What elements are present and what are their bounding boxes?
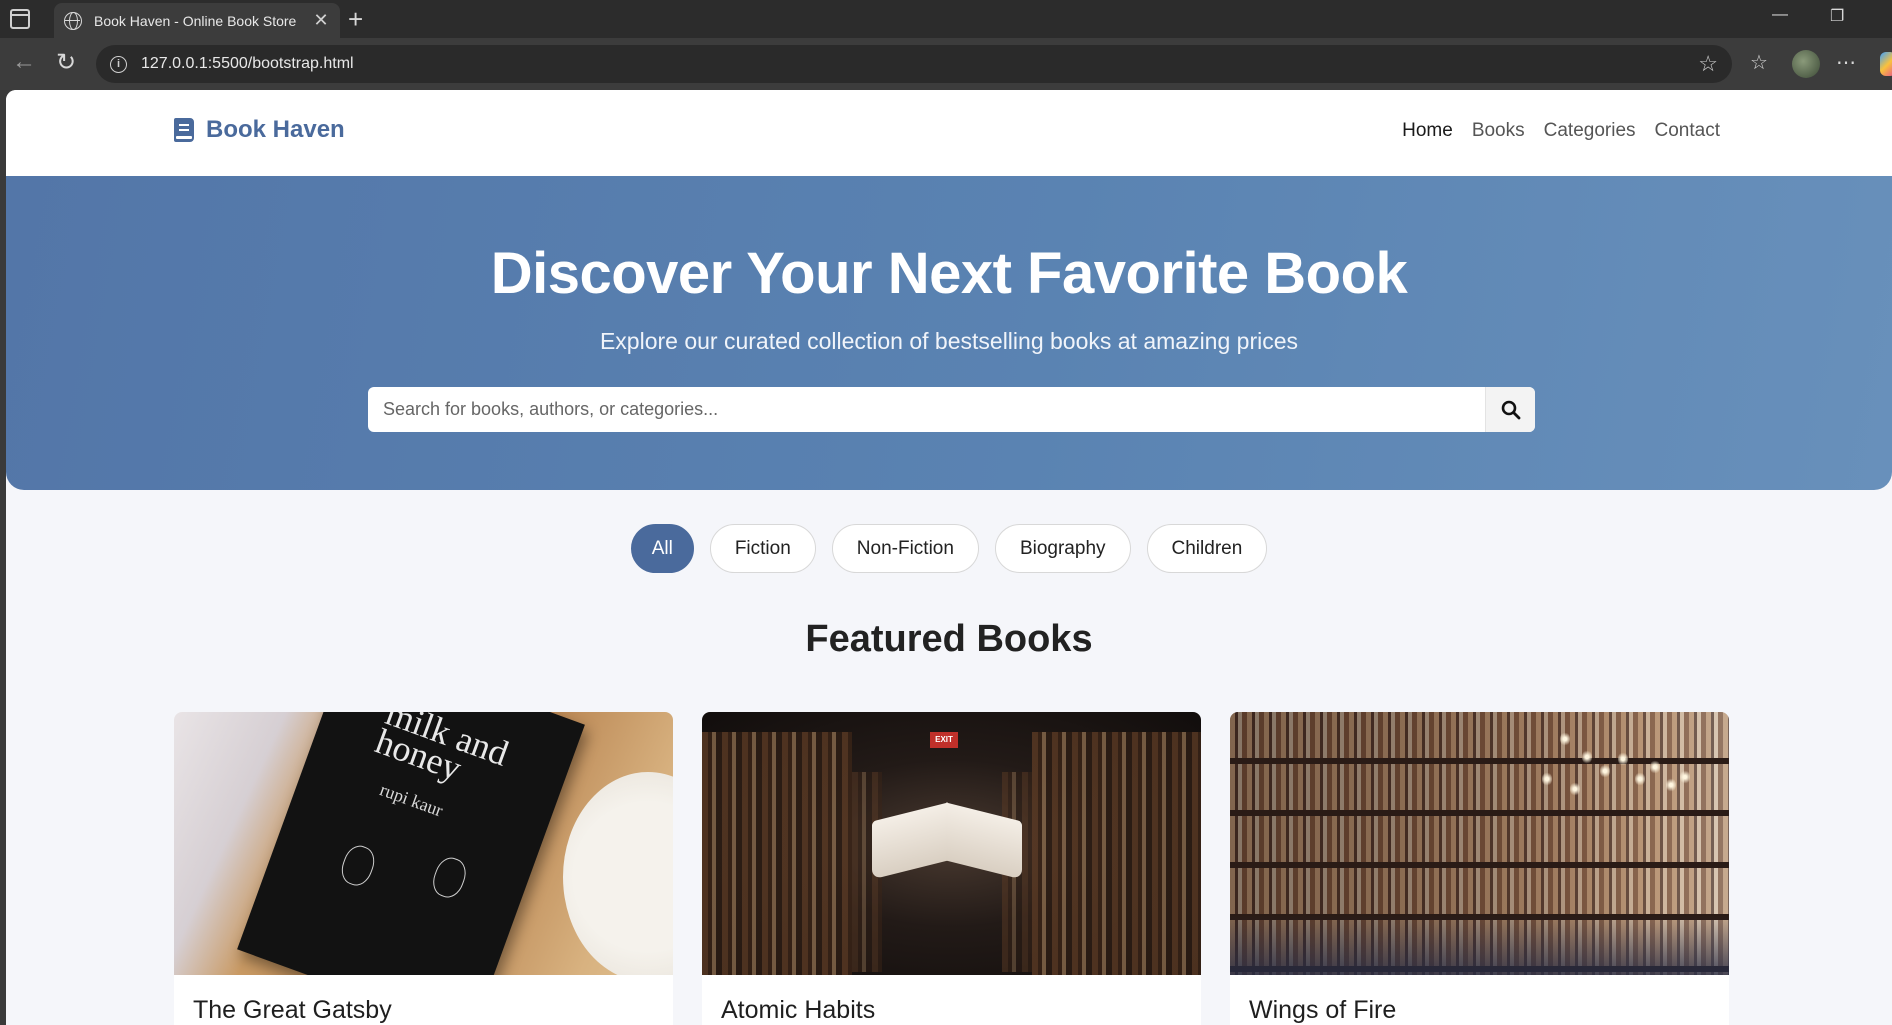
book-cards: milk and honey rupi kaur The Great Gatsb… bbox=[174, 712, 1729, 1025]
filter-all[interactable]: All bbox=[630, 524, 694, 573]
back-icon[interactable]: ← bbox=[12, 48, 36, 76]
web-page: Book Haven Home Books Categories Contact… bbox=[6, 90, 1892, 1025]
cover-author-text: rupi kaur bbox=[377, 779, 446, 821]
book-card[interactable]: Wings of Fire bbox=[1230, 712, 1729, 1025]
filter-fiction[interactable]: Fiction bbox=[709, 524, 816, 573]
more-menu-icon[interactable]: ⋯ bbox=[1836, 50, 1856, 75]
filter-non-fiction[interactable]: Non-Fiction bbox=[831, 524, 979, 573]
search-button[interactable] bbox=[1485, 387, 1535, 432]
url-text: 127.0.0.1:5500/bootstrap.html bbox=[141, 55, 354, 72]
book-card[interactable]: EXIT Atomic Habits bbox=[702, 712, 1201, 1025]
restore-icon[interactable]: ❐ bbox=[1830, 6, 1844, 26]
book-title[interactable]: Wings of Fire bbox=[1230, 975, 1729, 1025]
featured-heading: Featured Books bbox=[805, 618, 1093, 660]
book-title[interactable]: The Great Gatsby bbox=[174, 975, 673, 1025]
globe-icon bbox=[64, 11, 82, 30]
search-bar bbox=[368, 387, 1535, 432]
book-cover-image: milk and honey rupi kaur bbox=[174, 712, 673, 975]
library-image: EXIT bbox=[702, 712, 1201, 975]
new-tab-icon[interactable]: + bbox=[348, 4, 363, 35]
nav-home[interactable]: Home bbox=[1402, 120, 1453, 142]
exit-sign: EXIT bbox=[930, 732, 958, 748]
nav-categories[interactable]: Categories bbox=[1544, 120, 1636, 142]
book-card[interactable]: milk and honey rupi kaur The Great Gatsb… bbox=[174, 712, 673, 1025]
browser-tab[interactable]: Book Haven - Online Book Store ✕ bbox=[54, 3, 340, 38]
book-title[interactable]: Atomic Habits bbox=[702, 975, 1201, 1025]
brand-link[interactable]: Book Haven bbox=[174, 116, 345, 144]
address-bar[interactable]: i 127.0.0.1:5500/bootstrap.html ☆ bbox=[96, 45, 1732, 83]
brand-name: Book Haven bbox=[206, 116, 345, 143]
hero-section: Discover Your Next Favorite Book Explore… bbox=[6, 176, 1892, 490]
search-input[interactable] bbox=[368, 387, 1485, 432]
minimize-icon[interactable]: — bbox=[1772, 6, 1788, 24]
browser-tab-bar: Book Haven - Online Book Store ✕ + — ❐ bbox=[0, 0, 1892, 38]
hero-subtitle: Explore our curated collection of bestse… bbox=[599, 328, 1299, 354]
favorites-icon[interactable]: ☆ bbox=[1750, 50, 1768, 75]
close-tab-icon[interactable]: ✕ bbox=[312, 10, 330, 31]
tab-actions-icon[interactable] bbox=[10, 9, 30, 29]
bookshelf-image bbox=[1230, 712, 1729, 975]
category-filters: All Fiction Non-Fiction Biography Childr… bbox=[6, 524, 1892, 573]
search-icon bbox=[1501, 400, 1520, 419]
book-icon bbox=[174, 118, 194, 142]
hero-title: Discover Your Next Favorite Book bbox=[490, 241, 1408, 306]
filter-children[interactable]: Children bbox=[1146, 524, 1268, 573]
copilot-icon[interactable] bbox=[1880, 52, 1892, 76]
nav-links: Home Books Categories Contact bbox=[1402, 120, 1720, 142]
site-info-icon[interactable]: i bbox=[110, 55, 127, 73]
reload-icon[interactable]: ↻ bbox=[56, 48, 76, 77]
filter-biography[interactable]: Biography bbox=[994, 524, 1131, 573]
profile-avatar[interactable] bbox=[1792, 50, 1820, 78]
tab-title: Book Haven - Online Book Store bbox=[94, 12, 297, 29]
favorite-star-icon[interactable]: ☆ bbox=[1698, 51, 1718, 77]
site-navbar: Book Haven Home Books Categories Contact bbox=[6, 90, 1892, 176]
nav-contact[interactable]: Contact bbox=[1655, 120, 1720, 142]
nav-books[interactable]: Books bbox=[1472, 120, 1525, 142]
